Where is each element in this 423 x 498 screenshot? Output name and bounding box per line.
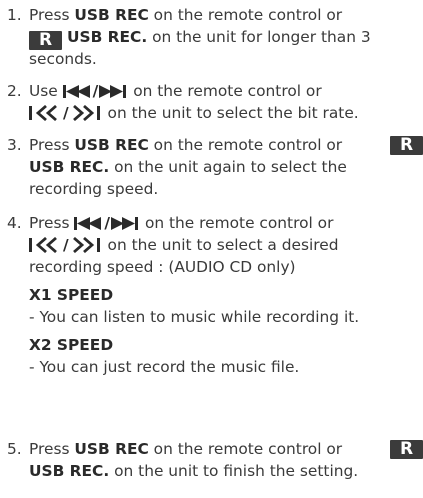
step-text: on the unit to finish the setting. — [114, 462, 359, 480]
unit-skip-forward-icon — [72, 105, 100, 121]
usb-rec-label: USB REC — [74, 136, 149, 154]
step-text: recording speed : (AUDIO CD only) — [29, 258, 296, 276]
unit-skip-forward-icon — [72, 237, 100, 253]
step-text: on the unit to select a desired — [107, 236, 339, 254]
step-body: Press USB REC on the remote control or R… — [29, 4, 423, 70]
step-text: on the unit for longer than 3 — [152, 28, 371, 46]
skip-next-icon — [111, 217, 139, 230]
step-3: 3. Press USB REC on the remote control o… — [7, 134, 423, 200]
step-line: Press USB REC on the remote control or R — [29, 438, 423, 460]
option-title: X2 SPEED — [29, 336, 114, 354]
step-number: 5. — [7, 440, 22, 458]
step-text: on the remote control or — [133, 82, 322, 100]
step-text: recording speed. — [29, 180, 159, 198]
option-description: - You can listen to music while recordin… — [29, 308, 360, 326]
step-body: Press USB REC on the remote control or R… — [29, 134, 423, 200]
step-line: recording speed : (AUDIO CD only) — [29, 256, 423, 278]
step-text: Press — [29, 136, 70, 154]
usb-rec-label: USB REC. — [67, 28, 148, 46]
step-text: on the remote control or — [153, 136, 343, 154]
step-body: Press USB REC on the remote control or R… — [29, 438, 423, 482]
step-5: 5. Press USB REC on the remote control o… — [7, 438, 423, 482]
step-number: 2. — [7, 82, 22, 100]
manual-page: 1. Press USB REC on the remote control o… — [0, 0, 423, 498]
option-title: X1 SPEED — [29, 286, 114, 304]
usb-rec-label: USB REC — [74, 6, 149, 24]
step-line: seconds. — [29, 48, 423, 70]
step-text: Press — [29, 6, 70, 24]
r-button-icon: R — [390, 136, 423, 155]
step-text: Press — [29, 214, 70, 232]
step-line: Press USB REC on the remote control or R — [29, 134, 423, 156]
step-line: Use / on the remote control or — [29, 80, 423, 102]
step-line: USB REC. on the unit again to select the — [29, 156, 423, 178]
step-1: 1. Press USB REC on the remote control o… — [7, 4, 423, 70]
step-line: recording speed. — [29, 178, 423, 200]
skip-previous-icon — [62, 85, 90, 98]
step-body: Press / on the remote control or / on th… — [29, 212, 423, 378]
step-text: Use — [29, 82, 58, 100]
step-4: 4. Press / on the remote control or / on… — [7, 212, 423, 378]
speed-option-title: X2 SPEED — [29, 334, 423, 356]
step-body: Use / on the remote control or / on the … — [29, 80, 423, 124]
usb-rec-label: USB REC. — [29, 462, 110, 480]
speed-option-desc: - You can just record the music file. — [29, 356, 423, 378]
step-line: / on the unit to select a desired — [29, 234, 423, 256]
unit-skip-back-icon — [29, 237, 57, 253]
r-button-icon: R — [390, 440, 423, 459]
skip-next-icon — [99, 85, 127, 98]
skip-previous-icon — [74, 217, 102, 230]
step-number: 4. — [7, 214, 22, 232]
step-text: on the remote control or — [153, 6, 343, 24]
step-line: Press / on the remote control or — [29, 212, 423, 234]
unit-skip-back-icon — [29, 105, 57, 121]
step-text: on the remote control or — [144, 214, 334, 232]
usb-rec-label: USB REC. — [29, 158, 110, 176]
option-description: - You can just record the music file. — [29, 358, 300, 376]
step-line: / on the unit to select the bit rate. — [29, 102, 423, 124]
step-number: 3. — [7, 136, 22, 154]
step-text: seconds. — [29, 50, 97, 68]
step-text: on the unit again to select the — [114, 158, 347, 176]
usb-rec-label: USB REC — [74, 440, 149, 458]
step-text: on the remote control or — [153, 440, 343, 458]
speed-option-desc: - You can listen to music while recordin… — [29, 306, 423, 328]
step-line: Press USB REC on the remote control or — [29, 4, 423, 26]
step-number: 1. — [7, 6, 22, 24]
speed-option-title: X1 SPEED — [29, 284, 423, 306]
step-text: on the unit to select the bit rate. — [107, 104, 359, 122]
step-text: Press — [29, 440, 70, 458]
step-line: R USB REC. on the unit for longer than 3 — [29, 26, 423, 50]
step-line: USB REC. on the unit to finish the setti… — [29, 460, 423, 482]
step-2: 2. Use / on the remote control or / on t… — [7, 80, 423, 124]
